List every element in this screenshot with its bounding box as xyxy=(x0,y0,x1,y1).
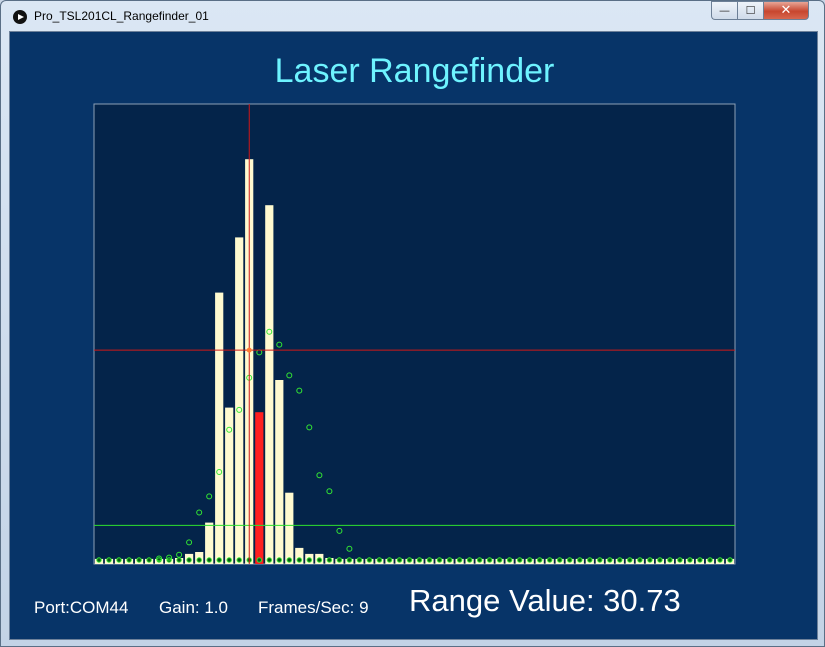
baseline-marker xyxy=(517,557,523,563)
baseline-marker xyxy=(687,557,693,563)
baseline-marker xyxy=(416,557,423,563)
baseline-marker xyxy=(116,557,122,563)
baseline-marker xyxy=(226,557,232,563)
baseline-marker xyxy=(667,557,673,563)
baseline-marker xyxy=(396,557,403,563)
baseline-marker xyxy=(366,557,373,563)
pixel-bar xyxy=(235,237,244,564)
baseline-marker xyxy=(647,557,653,563)
baseline-marker xyxy=(96,557,102,563)
pixel-bar xyxy=(285,492,294,564)
baseline-marker xyxy=(346,557,353,563)
pixel-bar xyxy=(225,407,234,564)
window-title: Pro_TSL201CL_Rangefinder_01 xyxy=(34,9,209,23)
baseline-marker xyxy=(527,557,533,563)
baseline-marker xyxy=(717,557,723,563)
baseline-marker xyxy=(106,557,112,563)
baseline-marker xyxy=(426,557,433,563)
baseline-marker xyxy=(727,557,733,563)
pixel-bar xyxy=(215,292,224,564)
plot-area xyxy=(93,103,736,565)
baseline-marker xyxy=(386,557,393,563)
peak-marker xyxy=(246,347,252,353)
baseline-marker xyxy=(617,557,623,563)
baseline-marker xyxy=(657,557,663,563)
baseline-marker xyxy=(356,557,363,563)
baseline-marker xyxy=(557,557,563,563)
baseline-marker xyxy=(456,557,463,563)
baseline-marker xyxy=(146,557,152,563)
baseline-marker xyxy=(446,557,453,563)
baseline-marker xyxy=(136,557,142,563)
baseline-marker xyxy=(336,557,343,563)
baseline-marker xyxy=(326,557,333,563)
baseline-marker xyxy=(506,557,513,563)
baseline-marker xyxy=(376,557,383,563)
baseline-marker xyxy=(496,557,503,563)
baseline-marker xyxy=(406,557,413,563)
baseline-marker xyxy=(196,557,202,563)
baseline-marker xyxy=(707,557,713,563)
baseline-marker xyxy=(296,557,302,563)
baseline-marker xyxy=(306,557,312,563)
baseline-marker xyxy=(537,557,543,563)
play-icon xyxy=(13,10,27,24)
baseline-marker xyxy=(577,557,583,563)
baseline-marker xyxy=(466,557,473,563)
baseline-marker xyxy=(256,557,263,563)
baseline-marker xyxy=(126,557,132,563)
sensor-plot xyxy=(93,103,736,565)
baseline-marker xyxy=(176,557,182,563)
baseline-marker xyxy=(677,557,683,563)
baseline-marker xyxy=(276,557,282,563)
baseline-marker xyxy=(316,557,323,563)
baseline-marker xyxy=(547,557,553,563)
range-value-label: Range Value: 30.73 xyxy=(409,583,681,618)
baseline-marker xyxy=(436,557,443,563)
pixel-bar xyxy=(255,412,264,564)
close-button[interactable]: ✕ xyxy=(763,1,809,20)
baseline-marker xyxy=(607,557,613,563)
maximize-button[interactable]: ☐ xyxy=(737,1,763,20)
baseline-marker xyxy=(236,557,242,563)
port-label: Port:COM44 xyxy=(34,598,129,617)
baseline-marker xyxy=(637,557,643,563)
baseline-marker xyxy=(286,557,292,563)
baseline-marker xyxy=(486,557,493,563)
window-controls: — ☐ ✕ xyxy=(711,1,809,21)
pixel-bar xyxy=(265,205,274,564)
pixel-bar xyxy=(275,380,284,564)
baseline-marker xyxy=(266,557,272,563)
app-window: Pro_TSL201CL_Rangefinder_01 — ☐ ✕ Laser … xyxy=(0,0,825,647)
gain-label: Gain: 1.0 xyxy=(159,598,228,617)
baseline-marker xyxy=(597,557,603,563)
baseline-marker xyxy=(216,557,222,563)
fps-label: Frames/Sec: 9 xyxy=(258,598,369,617)
baseline-marker xyxy=(567,557,573,563)
baseline-marker xyxy=(206,557,212,563)
baseline-marker xyxy=(476,557,483,563)
baseline-marker xyxy=(627,557,633,563)
title-bar[interactable]: Pro_TSL201CL_Rangefinder_01 — ☐ ✕ xyxy=(1,1,824,31)
baseline-marker xyxy=(587,557,593,563)
sketch-canvas: Laser Rangefinder Port:COM44 Gain: 1.0 F… xyxy=(9,31,818,640)
minimize-button[interactable]: — xyxy=(711,1,737,20)
baseline-marker xyxy=(186,557,192,563)
baseline-marker xyxy=(697,557,703,563)
